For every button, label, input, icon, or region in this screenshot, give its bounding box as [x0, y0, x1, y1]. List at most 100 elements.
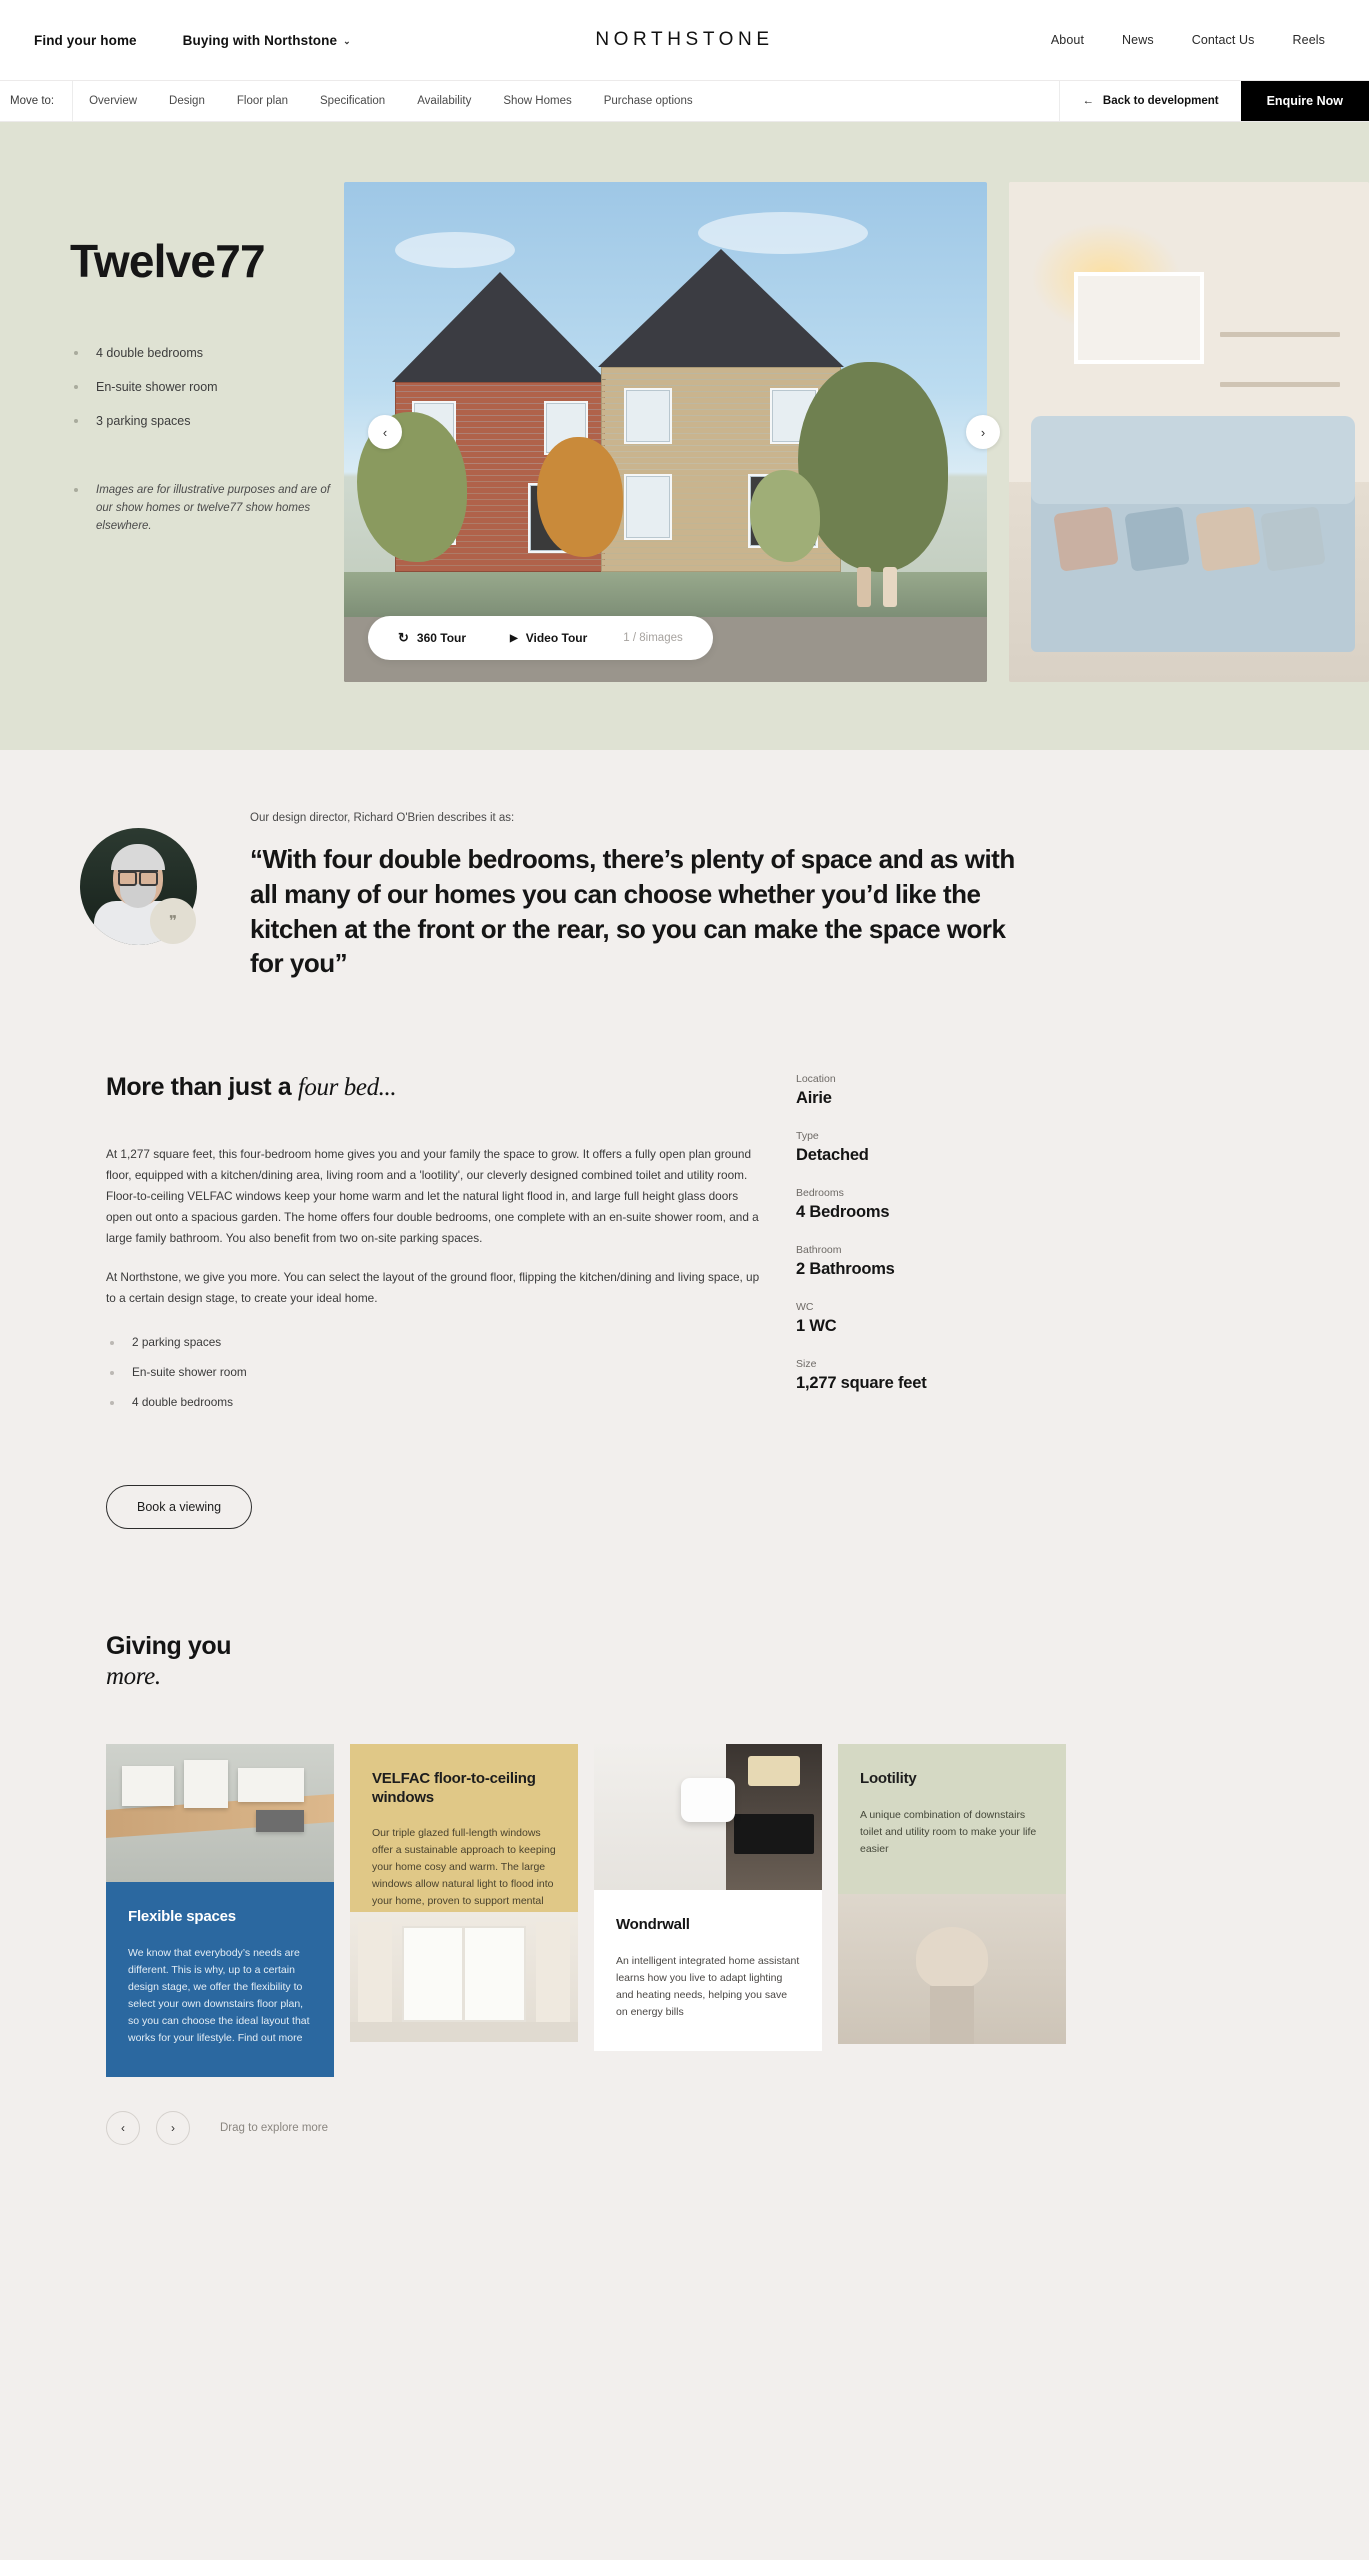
- feature-card-heading: Wondrwall: [616, 1916, 690, 1934]
- subnav-items: Overview Design Floor plan Specification…: [73, 81, 709, 121]
- spec-label: Type: [796, 1130, 819, 1143]
- nav-reels[interactable]: Reels: [1293, 33, 1325, 47]
- details-feature-item: 4 double bedrooms: [106, 1395, 760, 1409]
- nav-about[interactable]: About: [1051, 33, 1084, 47]
- feature-card-body: Flexible spaces We know that everybody’s…: [106, 1882, 334, 2077]
- enquire-now-button[interactable]: Enquire Now: [1240, 81, 1369, 121]
- nav-contact-us[interactable]: Contact Us: [1192, 33, 1255, 47]
- lootility-room-image: [838, 1894, 1066, 2045]
- carousel-controls: ‹ › Drag to explore more: [0, 2077, 1369, 2185]
- floor-plan-model-image: [106, 1744, 334, 1883]
- spec-value: 2 Bathrooms: [796, 1260, 895, 1279]
- spec-label: Bathroom: [796, 1244, 842, 1257]
- move-to-label: Move to:: [0, 81, 74, 121]
- quote-body: Our design director, Richard O'Brien des…: [250, 812, 1369, 981]
- spec-label: Bedrooms: [796, 1187, 844, 1200]
- spec-label: Location: [796, 1073, 836, 1086]
- arrow-left-icon: ←: [1082, 95, 1094, 107]
- spec-row-type: Type Detached: [796, 1130, 1369, 1165]
- spec-value: 4 Bedrooms: [796, 1203, 890, 1222]
- feature-card-body: Wondrwall An intelligent integrated home…: [594, 1890, 822, 2051]
- spec-value: 1,277 square feet: [796, 1374, 927, 1393]
- feature-card-body: Lootility A unique combination of downst…: [838, 1744, 1066, 1895]
- gallery-next-button[interactable]: ›: [966, 415, 1000, 449]
- spec-value: Airie: [796, 1089, 832, 1108]
- hero-info: Twelve77 4 double bedrooms En-suite show…: [0, 182, 344, 535]
- feature-cards: Flexible spaces We know that everybody’s…: [106, 1744, 1369, 2077]
- carousel-prev-button[interactable]: ‹: [106, 2110, 140, 2145]
- site-logo[interactable]: NORTHSTONE: [595, 29, 773, 51]
- home-description: More than just a four bed... At 1,277 sq…: [0, 1073, 760, 1530]
- book-a-viewing-button[interactable]: Book a viewing: [106, 1485, 253, 1530]
- hero-feature-item: En-suite shower room: [70, 379, 344, 396]
- nav-news[interactable]: News: [1122, 33, 1154, 47]
- spec-value: Detached: [796, 1146, 869, 1165]
- subnav-item-purchase-options[interactable]: Purchase options: [588, 81, 709, 121]
- subnav-item-show-homes[interactable]: Show Homes: [487, 81, 587, 121]
- hero-disclaimer-text: Images are for illustrative purposes and…: [70, 482, 344, 535]
- video-tour-button[interactable]: ▶ Video Tour: [488, 631, 609, 645]
- feature-card-velfac-windows[interactable]: VELFAC floor-to-ceiling windows Our trip…: [350, 1744, 578, 2076]
- feature-card-text: An intelligent integrated home assistant…: [616, 1954, 800, 2018]
- feature-card-heading: Lootility: [860, 1770, 917, 1788]
- subnav-item-floor-plan[interactable]: Floor plan: [221, 81, 304, 121]
- quote-photo-wrap: ❞: [0, 812, 250, 981]
- giving-you-more-section: Giving you more.: [0, 1529, 1369, 1692]
- spec-row-location: Location Airie: [796, 1073, 1369, 1108]
- spec-row-size: Size 1,277 square feet: [796, 1358, 1369, 1393]
- giving-heading-line2: more.: [106, 1663, 161, 1691]
- gallery-slide-exterior[interactable]: ↻ 360 Tour ▶ Video Tour 1 / 8images: [344, 182, 987, 682]
- nav-find-your-home-label: Find your home: [34, 32, 137, 48]
- spec-label: Size: [796, 1358, 817, 1371]
- subnav-item-specification[interactable]: Specification: [304, 81, 401, 121]
- back-to-development-label: Back to development: [1102, 95, 1219, 107]
- details-heading: More than just a four bed...: [106, 1073, 760, 1102]
- home-details-section: More than just a four bed... At 1,277 sq…: [0, 981, 1369, 1530]
- feature-cards-carousel[interactable]: Flexible spaces We know that everybody’s…: [0, 1744, 1369, 2077]
- rotate-360-icon: ↻: [398, 630, 409, 645]
- primary-nav-right: About News Contact Us Reels: [1051, 33, 1369, 47]
- subnav-item-design[interactable]: Design: [153, 81, 221, 121]
- feature-card-wondrwall[interactable]: Wondrwall An intelligent integrated home…: [594, 1744, 822, 2076]
- tour-360-button[interactable]: ↻ 360 Tour: [376, 630, 488, 646]
- hero-feature-item: 3 parking spaces: [70, 413, 344, 430]
- site-header: Find your home Buying with Northstone ⌄ …: [0, 0, 1369, 80]
- hero-section: Twelve77 4 double bedrooms En-suite show…: [0, 122, 1369, 750]
- quote-mark-icon: ❞: [150, 898, 196, 944]
- details-feature-item: En-suite shower room: [106, 1365, 760, 1379]
- hero-disclaimer: Images are for illustrative purposes and…: [70, 482, 344, 535]
- nav-find-your-home[interactable]: Find your home: [34, 33, 137, 48]
- details-feature-list: 2 parking spaces En-suite shower room 4 …: [106, 1335, 760, 1409]
- gallery-prev-button[interactable]: ‹: [368, 415, 402, 449]
- gallery-toolbar: ↻ 360 Tour ▶ Video Tour 1 / 8images: [368, 616, 713, 660]
- feature-card-lootility[interactable]: Lootility A unique combination of downst…: [838, 1744, 1066, 2076]
- tour-360-label: 360 Tour: [416, 631, 467, 645]
- quote-attribution: Our design director, Richard O'Brien des…: [250, 812, 515, 824]
- subnav-actions: ← Back to development Enquire Now: [1059, 81, 1369, 121]
- section-subnav: Move to: Overview Design Floor plan Spec…: [0, 80, 1369, 122]
- nav-buying-with-northstone[interactable]: Buying with Northstone ⌄: [183, 33, 351, 48]
- details-heading-plain: More than just a: [106, 1073, 298, 1102]
- smart-home-device-icon: [681, 1777, 735, 1822]
- giving-heading: Giving you more.: [106, 1631, 1369, 1692]
- spec-row-bathroom: Bathroom 2 Bathrooms: [796, 1244, 1369, 1279]
- subnav-item-availability[interactable]: Availability: [401, 81, 487, 121]
- quote-text: “With four double bedrooms, there’s plen…: [250, 844, 1015, 979]
- carousel-next-button[interactable]: ›: [156, 2110, 190, 2145]
- chevron-down-icon: ⌄: [343, 35, 351, 46]
- feature-card-text: We know that everybody’s needs are diffe…: [128, 1946, 310, 2044]
- feature-card-flexible-spaces[interactable]: Flexible spaces We know that everybody’s…: [106, 1744, 334, 2077]
- designer-quote-section: ❞ Our design director, Richard O'Brien d…: [0, 750, 1369, 981]
- hero-feature-item: 4 double bedrooms: [70, 345, 344, 362]
- description-paragraph-2: At Northstone, we give you more. You can…: [106, 1270, 760, 1306]
- spec-value: 1 WC: [796, 1317, 837, 1336]
- gallery-slides: ↻ 360 Tour ▶ Video Tour 1 / 8images: [344, 182, 1369, 682]
- towel-stack-icon: [916, 1927, 988, 1990]
- gallery-slide-interior[interactable]: [1009, 182, 1369, 682]
- spec-row-bedrooms: Bedrooms 4 Bedrooms: [796, 1187, 1369, 1222]
- subnav-item-overview[interactable]: Overview: [73, 81, 153, 121]
- exterior-house-image: [344, 182, 987, 682]
- hero-gallery[interactable]: ↻ 360 Tour ▶ Video Tour 1 / 8images ‹ ›: [344, 182, 1369, 682]
- nav-buying-with-northstone-label: Buying with Northstone: [182, 32, 338, 48]
- back-to-development-button[interactable]: ← Back to development: [1059, 81, 1240, 121]
